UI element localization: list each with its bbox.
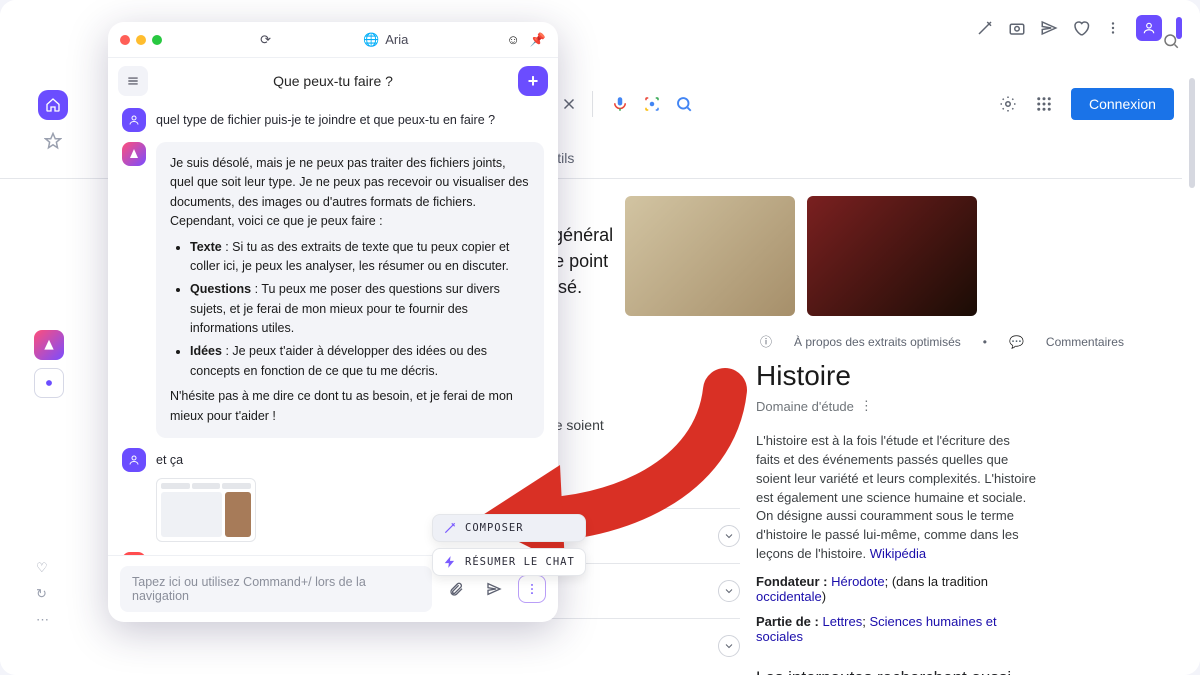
search-go-icon[interactable]: [675, 95, 693, 113]
ai-text: Je suis désolé, mais je ne peux pas trai…: [156, 142, 544, 438]
kp-link[interactable]: Hérodote: [831, 574, 884, 589]
search-bar-tail: Connexion: [560, 88, 1174, 120]
chat-title: Que peux-tu faire ?: [273, 73, 393, 89]
star-icon[interactable]: [44, 132, 62, 153]
heart-icon[interactable]: [1072, 19, 1090, 37]
mic-icon[interactable]: [611, 95, 629, 113]
featured-snippet: nce, n aspect général époque, le point d…: [480, 196, 1060, 316]
send-icon[interactable]: [1040, 19, 1058, 37]
pin-icon[interactable]: 📌: [530, 32, 546, 48]
apps-grid-icon[interactable]: [1035, 95, 1053, 113]
user-message: quel type de fichier puis-je te joindre …: [122, 108, 544, 132]
traffic-lights: [120, 35, 162, 45]
kebab-icon[interactable]: [1104, 19, 1122, 37]
menu-button[interactable]: [118, 66, 148, 96]
chevron-down-icon: [718, 525, 740, 547]
history-icon[interactable]: ↻: [36, 586, 49, 602]
chat-input[interactable]: Tapez ici ou utilisez Command+/ lors de …: [120, 566, 432, 612]
user-avatar-icon: [122, 448, 146, 472]
aria-avatar-icon: [122, 142, 146, 166]
attached-screenshot[interactable]: [156, 478, 256, 542]
send-button[interactable]: [480, 575, 508, 603]
knowledge-panel: Histoire Domaine d'étude ⋮ L'histoire es…: [756, 360, 1036, 675]
kp-description: L'histoire est à la fois l'étude et l'éc…: [756, 432, 1036, 564]
tool-tile[interactable]: [34, 368, 64, 398]
actions-menu: Composer Résumer le chat: [432, 514, 586, 576]
related-title: Les internautes recherchent aussi: [756, 668, 1036, 675]
feedback-icon[interactable]: 💬: [1009, 335, 1024, 349]
profile-button[interactable]: [1136, 15, 1162, 41]
ai-message: Je suis désolé, mais je ne peux pas trai…: [122, 142, 544, 438]
featured-image-2[interactable]: [807, 196, 977, 316]
heart-icon[interactable]: ♡: [36, 560, 49, 576]
comments-label[interactable]: Commentaires: [1046, 335, 1124, 349]
browser-window: Connexion ace Outils nce, n aspect génér…: [0, 0, 1200, 675]
aria-header: Que peux-tu faire ? +: [108, 58, 558, 104]
featured-image-1[interactable]: [625, 196, 795, 316]
kp-link[interactable]: occidentale: [756, 589, 822, 604]
chevron-down-icon: [718, 635, 740, 657]
chat-thread: quel type de fichier puis-je te joindre …: [108, 104, 558, 555]
kp-partof: Partie de : Lettres; Sciences humaines e…: [756, 614, 1036, 644]
user-message: et ça: [122, 448, 544, 472]
wand-icon[interactable]: [976, 19, 994, 37]
paa-item[interactable]: [480, 618, 740, 673]
kp-kebab-icon[interactable]: ⋮: [860, 398, 873, 414]
kp-founder: Fondateur : Hérodote; (dans la tradition…: [756, 574, 1036, 604]
emoji-icon[interactable]: ☺: [507, 32, 520, 48]
aria-tile[interactable]: [34, 330, 64, 360]
maximize-window[interactable]: [152, 35, 162, 45]
camera-icon[interactable]: [1008, 19, 1026, 37]
scrollbar-thumb[interactable]: [1189, 78, 1195, 188]
about-label[interactable]: À propos des extraits optimisés: [794, 335, 961, 349]
minimize-window[interactable]: [136, 35, 146, 45]
aria-title: Aria: [385, 32, 408, 47]
chevron-down-icon: [718, 580, 740, 602]
more-icon[interactable]: ⋯: [36, 612, 49, 628]
clear-icon[interactable]: [560, 95, 578, 113]
kp-domain: Domaine d'étude: [756, 399, 854, 414]
settings-gear-icon[interactable]: [999, 95, 1017, 113]
user-text: et ça: [156, 448, 183, 472]
dock: [38, 90, 68, 153]
sidebar-toggle[interactable]: [1176, 17, 1182, 39]
close-window[interactable]: [120, 35, 130, 45]
aria-titlebar: ⟳ 🌐 Aria ☺ 📌: [108, 22, 558, 58]
dock-tiles: [34, 330, 64, 398]
compose-action[interactable]: Composer: [432, 514, 586, 542]
user-text: quel type de fichier puis-je te joindre …: [156, 108, 495, 132]
reload-icon[interactable]: ⟳: [260, 32, 271, 48]
more-button[interactable]: [518, 575, 546, 603]
home-button[interactable]: [38, 90, 68, 120]
snippet-footer: ⓘ À propos des extraits optimisés • 💬 Co…: [760, 333, 1124, 350]
wiki-link[interactable]: Wikipédia: [870, 546, 926, 561]
info-icon[interactable]: ⓘ: [760, 333, 772, 350]
globe-icon: 🌐: [363, 32, 379, 48]
browser-topbar: [780, 0, 1200, 56]
kp-title: Histoire: [756, 360, 1036, 392]
kp-link[interactable]: Lettres: [822, 614, 862, 629]
lens-icon[interactable]: [643, 95, 661, 113]
dock-bottom: ♡ ↻ ⋯: [36, 560, 49, 628]
user-avatar-icon: [122, 108, 146, 132]
signin-button[interactable]: Connexion: [1071, 88, 1174, 120]
summarize-action[interactable]: Résumer le chat: [432, 548, 586, 576]
new-chat-button[interactable]: +: [518, 66, 548, 96]
attach-button[interactable]: [442, 575, 470, 603]
